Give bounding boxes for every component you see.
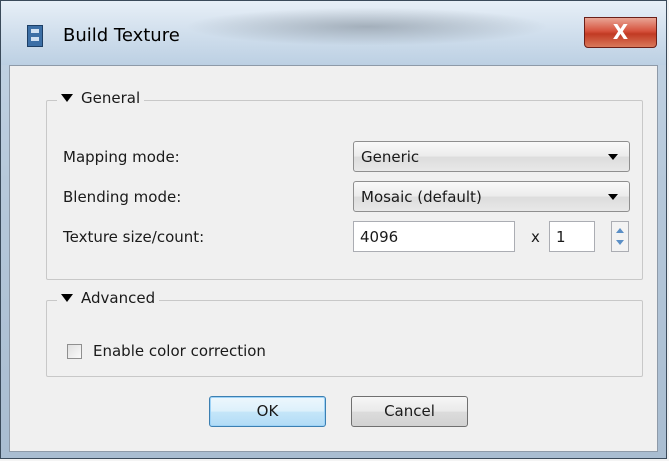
general-group-title: General — [81, 89, 141, 107]
spin-down-icon[interactable] — [616, 240, 624, 245]
general-group: General Mapping mode: Generic Blending m… — [46, 89, 643, 280]
times-label: x — [531, 228, 540, 246]
color-correction-checkbox[interactable] — [67, 344, 82, 359]
texture-count-spinner[interactable] — [611, 221, 629, 252]
expand-triangle-icon — [61, 94, 73, 102]
mapping-mode-label: Mapping mode: — [63, 148, 180, 166]
cancel-button[interactable]: Cancel — [351, 396, 468, 427]
ok-button[interactable]: OK — [209, 396, 326, 427]
film-icon — [27, 25, 43, 47]
close-button[interactable]: X — [584, 17, 657, 48]
mapping-mode-select[interactable]: Generic — [353, 141, 630, 172]
blending-mode-select[interactable]: Mosaic (default) — [353, 181, 630, 212]
general-group-header[interactable]: General — [57, 89, 145, 107]
color-correction-label[interactable]: Enable color correction — [93, 342, 266, 360]
texture-size-input[interactable]: 4096 — [353, 221, 515, 252]
blending-mode-value: Mosaic (default) — [361, 188, 482, 206]
spin-up-icon[interactable] — [616, 228, 624, 233]
advanced-group: Advanced Enable color correction — [46, 289, 643, 377]
chevron-down-icon — [608, 154, 618, 160]
title-bar[interactable]: Build Texture X — [1, 1, 666, 65]
expand-triangle-icon — [61, 294, 73, 302]
texture-size-label: Texture size/count: — [63, 228, 205, 246]
dialog-window: Build Texture X General Mapping mode: Ge… — [0, 0, 667, 459]
blending-mode-label: Blending mode: — [63, 188, 182, 206]
mapping-mode-value: Generic — [361, 148, 420, 166]
advanced-group-header[interactable]: Advanced — [57, 289, 160, 307]
advanced-group-title: Advanced — [81, 289, 156, 307]
texture-count-input[interactable]: 1 — [549, 221, 595, 252]
dialog-body: General Mapping mode: Generic Blending m… — [9, 65, 658, 452]
window-title: Build Texture — [63, 25, 180, 46]
chevron-down-icon — [608, 194, 618, 200]
